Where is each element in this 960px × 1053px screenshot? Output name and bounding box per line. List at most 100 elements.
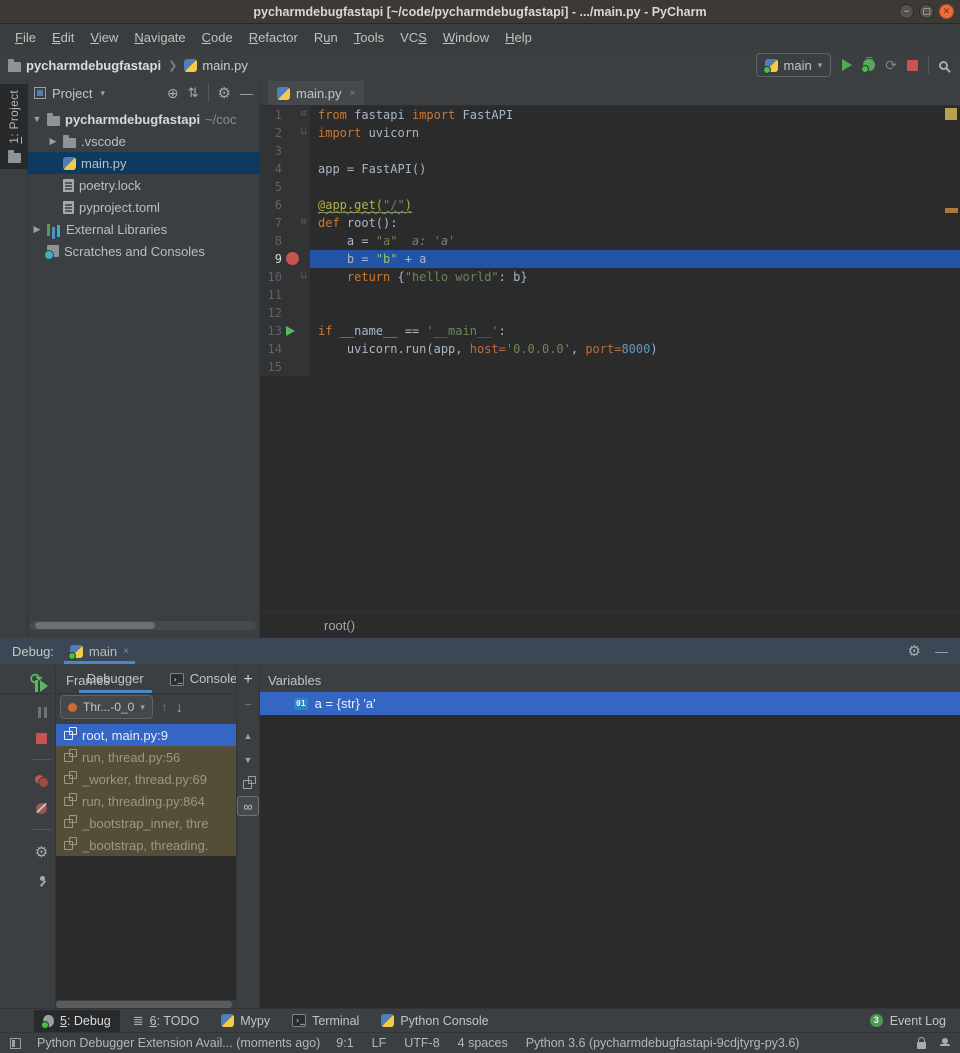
code-line-15[interactable]: 15 — [260, 358, 960, 376]
code-text[interactable]: return {"hello world": b} — [310, 268, 960, 286]
code-line-9[interactable]: 9 b = "b" + a — [260, 250, 960, 268]
tree-item-main-py[interactable]: main.py — [28, 152, 259, 174]
frame-row[interactable]: run, threading.py:864 — [56, 790, 236, 812]
breadcrumb-function[interactable]: root() — [324, 618, 355, 633]
status-widget[interactable]: 9:1 — [336, 1036, 353, 1050]
tree-item--vscode[interactable]: ▶.vscode — [28, 130, 259, 152]
gutter[interactable]: 6 — [260, 196, 310, 214]
menu-item-code[interactable]: Code — [195, 27, 240, 48]
remove-watch-icon[interactable]: − — [237, 692, 259, 716]
code-text[interactable]: @app.get("/") — [310, 196, 960, 214]
code-line-1[interactable]: 1⊟from fastapi import FastAPI — [260, 106, 960, 124]
fold-marker-icon[interactable]: ⊔ — [301, 271, 310, 282]
tree-item-pyproject-toml[interactable]: pyproject.toml — [28, 196, 259, 218]
status-widget[interactable]: UTF-8 — [404, 1036, 439, 1050]
hide-panel-icon[interactable]: — — [935, 644, 948, 659]
stop-icon[interactable] — [36, 733, 47, 744]
locate-icon[interactable]: ⊕ — [167, 85, 179, 102]
code-line-4[interactable]: 4app = FastAPI() — [260, 160, 960, 178]
collapse-all-icon[interactable]: ⇅ — [188, 85, 199, 101]
code-area[interactable]: 1⊟from fastapi import FastAPI2⊔import uv… — [260, 106, 960, 612]
menu-item-vcs[interactable]: VCS — [393, 27, 434, 48]
code-text[interactable]: uvicorn.run(app, host='0.0.0.0', port=80… — [310, 340, 960, 358]
code-text[interactable]: app = FastAPI() — [310, 160, 960, 178]
gutter[interactable]: 3 — [260, 142, 310, 160]
gear-icon[interactable]: ⚙ — [218, 86, 231, 101]
toolwindow-button-python-console[interactable]: Python Console — [372, 1010, 497, 1032]
code-text[interactable]: if __name__ == '__main__': — [310, 322, 960, 340]
gutter[interactable]: 12 — [260, 304, 310, 322]
code-line-5[interactable]: 5 — [260, 178, 960, 196]
code-line-7[interactable]: 7⊟def root(): — [260, 214, 960, 232]
code-text[interactable]: import uvicorn — [310, 124, 960, 142]
gutter[interactable]: 15 — [260, 358, 310, 376]
frame-row[interactable]: _bootstrap_inner, thre — [56, 812, 236, 834]
breadcrumb-item[interactable]: pycharmdebugfastapi — [26, 58, 161, 73]
code-line-14[interactable]: 14 uvicorn.run(app, host='0.0.0.0', port… — [260, 340, 960, 358]
gutter[interactable]: 14 — [260, 340, 310, 358]
frames-hscrollbar[interactable] — [56, 1001, 232, 1008]
hector-inspector-icon[interactable] — [940, 1038, 950, 1049]
tree-item-pycharmdebugfastapi[interactable]: ▼pycharmdebugfastapi ~/coc — [28, 108, 259, 130]
menu-item-navigate[interactable]: Navigate — [127, 27, 192, 48]
close-icon[interactable]: × — [350, 88, 356, 99]
code-text[interactable] — [310, 178, 960, 196]
minimize-icon[interactable]: − — [899, 4, 914, 19]
fold-marker-icon[interactable]: ⊟ — [301, 109, 310, 120]
tree-item-external-libraries[interactable]: ▶External Libraries — [28, 218, 259, 240]
move-down-icon[interactable]: ▼ — [237, 748, 259, 772]
menu-item-run[interactable]: Run — [307, 27, 345, 48]
code-line-8[interactable]: 8 a = "a" a: 'a' — [260, 232, 960, 250]
gutter[interactable]: 13 — [260, 322, 310, 340]
run-config-select[interactable]: main ▾ — [756, 53, 832, 77]
project-hscrollbar[interactable] — [30, 621, 256, 630]
close-icon[interactable]: × — [123, 646, 129, 657]
project-panel-title[interactable]: Project — [52, 86, 92, 101]
frame-up-icon[interactable]: ↑ — [161, 699, 168, 715]
hide-panel-icon[interactable]: — — [240, 86, 253, 101]
gutter[interactable]: 9 — [260, 250, 310, 268]
menu-item-tools[interactable]: Tools — [347, 27, 391, 48]
code-line-12[interactable]: 12 — [260, 304, 960, 322]
duplicate-icon[interactable] — [237, 772, 259, 796]
gutter[interactable]: 1⊟ — [260, 106, 310, 124]
run-button[interactable] — [841, 59, 853, 71]
code-text[interactable]: b = "b" + a — [310, 250, 960, 268]
coverage-button[interactable]: ⟳ — [885, 59, 897, 71]
gutter[interactable]: 8 — [260, 232, 310, 250]
toolwindow-button-mypy[interactable]: Mypy — [212, 1010, 279, 1032]
gutter[interactable]: 5 — [260, 178, 310, 196]
code-text[interactable] — [310, 304, 960, 322]
add-watch-icon[interactable]: + — [237, 668, 259, 692]
code-line-6[interactable]: 6@app.get("/") — [260, 196, 960, 214]
tree-item-poetry-lock[interactable]: poetry.lock — [28, 174, 259, 196]
code-text[interactable] — [310, 358, 960, 376]
code-text[interactable] — [310, 286, 960, 304]
toolwindow-toggle-icon[interactable] — [10, 1038, 21, 1049]
resume-icon[interactable] — [35, 680, 48, 692]
frame-row[interactable]: root, main.py:9 — [56, 724, 236, 746]
code-line-3[interactable]: 3 — [260, 142, 960, 160]
variable-row[interactable]: 01a = {str} 'a' — [260, 692, 960, 715]
stop-button[interactable] — [907, 60, 918, 71]
status-widget[interactable]: 4 spaces — [458, 1036, 508, 1050]
breakpoint-icon[interactable] — [286, 252, 299, 265]
fold-marker-icon[interactable]: ⊟ — [301, 217, 310, 228]
maximize-icon[interactable]: ▢ — [919, 4, 934, 19]
pause-icon[interactable] — [37, 707, 47, 718]
code-text[interactable]: a = "a" a: 'a' — [310, 232, 960, 250]
gutter[interactable]: 7⊟ — [260, 214, 310, 232]
code-text[interactable]: from fastapi import FastAPI — [310, 106, 960, 124]
tab-main-py[interactable]: main.py × — [268, 81, 364, 105]
tree-expand-arrow[interactable]: ▶ — [48, 136, 58, 147]
gutter[interactable]: 4 — [260, 160, 310, 178]
infinity-icon[interactable]: ∞ — [237, 796, 259, 816]
pin-icon[interactable] — [36, 875, 48, 887]
chevron-down-icon[interactable]: ▾ — [100, 88, 105, 99]
status-widget[interactable]: Python 3.6 (pycharmdebugfastapi-9cdjtyrg… — [526, 1036, 800, 1050]
menu-item-view[interactable]: View — [83, 27, 125, 48]
event-log-button[interactable]: 3 Event Log — [870, 1014, 946, 1028]
lock-icon[interactable] — [917, 1042, 926, 1049]
menu-item-file[interactable]: File — [8, 27, 43, 48]
menu-item-help[interactable]: Help — [498, 27, 539, 48]
